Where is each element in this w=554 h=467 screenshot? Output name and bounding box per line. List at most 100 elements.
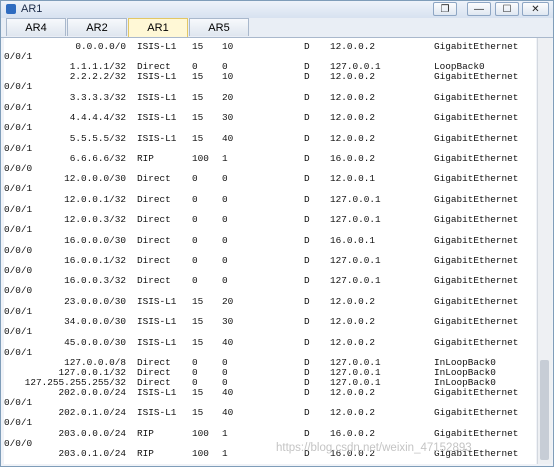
route-proto: ISIS-L1 <box>137 71 177 83</box>
route-nexthop: 12.0.0.2 <box>330 91 376 103</box>
route-proto: RIP <box>137 448 154 460</box>
route-dest: 5.5.5.5/32 <box>69 132 126 144</box>
route-pre: 15 <box>192 91 204 103</box>
route-iface: GigabitEthernet <box>434 193 519 205</box>
vertical-scrollbar[interactable] <box>537 38 552 464</box>
route-pre: 15 <box>192 316 204 328</box>
route-interface-continuation: 0/0/0 <box>4 244 33 256</box>
route-dest: 16.0.0.3/32 <box>64 275 126 287</box>
route-flags: D <box>304 112 310 124</box>
window-title: AR1 <box>21 3 43 15</box>
route-iface: GigabitEthernet <box>434 255 519 266</box>
route-cost: 20 <box>222 91 234 103</box>
route-proto: ISIS-L1 <box>137 112 177 124</box>
route-interface-continuation: 0/0/1 <box>4 224 33 236</box>
route-dest: 202.0.0.0/24 <box>58 387 126 398</box>
route-dest: 2.2.2.2/32 <box>69 71 126 83</box>
restore-layout-button[interactable]: ❐ <box>433 2 457 16</box>
route-flags: D <box>304 316 310 328</box>
route-iface: GigabitEthernet <box>434 112 519 124</box>
route-flags: D <box>304 255 310 266</box>
tab-ar4[interactable]: AR4 <box>6 18 66 36</box>
route-interface-continuation: 0/0/1 <box>4 203 33 215</box>
route-line: 0.0.0.0/0 ISIS-L1 15 10 D 12.0.0.2 GigabitEthe… <box>4 41 536 52</box>
route-flags: D <box>304 173 310 185</box>
route-cost: 1 <box>222 427 228 439</box>
route-pre: 0 <box>192 173 198 185</box>
route-iface: GigabitEthernet <box>434 407 519 419</box>
route-cost: 1 <box>222 448 228 460</box>
route-flags: D <box>304 153 310 164</box>
route-line: 4.4.4.4/32 ISIS-L1 15 30 D 12.0.0.2 GigabitEth… <box>4 112 536 123</box>
route-line: 12.0.0.3/32 Direct 0 0 D 127.0.0.1 GigabitEthe… <box>4 214 536 225</box>
route-proto: Direct <box>137 193 171 205</box>
route-flags: D <box>304 387 310 398</box>
route-nexthop: 127.0.0.1 <box>330 275 381 287</box>
route-nexthop: 12.0.0.2 <box>330 112 376 124</box>
route-cost: 10 <box>222 71 234 83</box>
route-iface: GigabitEthernet <box>434 387 519 398</box>
route-dest: 45.0.0.0/30 <box>64 336 126 348</box>
route-flags: D <box>304 91 310 103</box>
route-cost: 0 <box>222 275 228 287</box>
route-iface: GigabitEthernet <box>434 214 519 226</box>
route-pre: 15 <box>192 112 204 124</box>
route-iface: GigabitEthernet <box>434 71 519 83</box>
route-line: 34.0.0.0/30 ISIS-L1 15 30 D 12.0.0.2 GigabitEt… <box>4 316 536 327</box>
tab-ar2[interactable]: AR2 <box>67 18 127 36</box>
route-flags: D <box>304 214 310 226</box>
route-interface-continuation: 0/0/1 <box>4 81 33 93</box>
maximize-button[interactable]: ☐ <box>495 2 519 16</box>
route-flags: D <box>304 41 310 52</box>
route-nexthop: 12.0.0.2 <box>330 387 376 398</box>
route-dest: 0.0.0.0/0 <box>75 41 126 52</box>
route-dest: 203.0.1.0/24 <box>58 448 126 460</box>
route-flags: D <box>304 71 310 83</box>
route-cost: 1 <box>222 153 228 164</box>
route-nexthop: 16.0.0.2 <box>330 427 376 439</box>
route-line: 12.0.0.1/32 Direct 0 0 D 127.0.0.1 GigabitEthe… <box>4 194 536 205</box>
tab-ar1[interactable]: AR1 <box>128 18 188 37</box>
route-dest: 12.0.0.0/30 <box>64 173 126 185</box>
route-pre: 100 <box>192 427 209 439</box>
route-nexthop: 12.0.0.1 <box>330 173 376 185</box>
route-iface: GigabitEthernet <box>434 153 519 164</box>
close-button[interactable]: ✕ <box>522 2 549 16</box>
route-cost: 40 <box>222 407 234 419</box>
route-line: 3.3.3.3/32 ISIS-L1 15 20 D 12.0.0.2 GigabitEth… <box>4 92 536 103</box>
route-proto: ISIS-L1 <box>137 132 177 144</box>
route-flags: D <box>304 295 310 307</box>
route-pre: 15 <box>192 295 204 307</box>
route-dest: 12.0.0.3/32 <box>64 214 126 226</box>
route-nexthop: 12.0.0.2 <box>330 316 376 328</box>
route-nexthop: 12.0.0.2 <box>330 132 376 144</box>
route-proto: ISIS-L1 <box>137 407 177 419</box>
route-nexthop: 12.0.0.2 <box>330 295 376 307</box>
route-dest: 23.0.0.0/30 <box>64 295 126 307</box>
route-pre: 15 <box>192 41 204 52</box>
minimize-button[interactable]: — <box>467 2 491 16</box>
console-output[interactable]: 0.0.0.0/0 ISIS-L1 15 10 D 12.0.0.2 GigabitEthe… <box>4 38 536 464</box>
route-iface: GigabitEthernet <box>434 91 519 103</box>
scrollbar-thumb[interactable] <box>540 360 549 460</box>
route-line: 202.0.0.0/24 ISIS-L1 15 40 D 12.0.0.2 GigabitE… <box>4 387 536 398</box>
route-pre: 15 <box>192 132 204 144</box>
route-nexthop: 12.0.0.2 <box>330 407 376 419</box>
route-dest: 12.0.0.1/32 <box>64 193 126 205</box>
route-interface-continuation: 0/0/0 <box>4 285 33 297</box>
route-nexthop: 16.0.0.1 <box>330 234 376 246</box>
route-dest: 34.0.0.0/30 <box>64 316 126 328</box>
title-bar[interactable]: AR1 ❐ — ☐ ✕ <box>1 1 553 18</box>
route-interface-continuation: 0/0/1 <box>4 417 33 429</box>
route-cost: 30 <box>222 112 234 124</box>
route-iface: GigabitEthernet <box>434 173 519 185</box>
route-dest: 16.0.0.0/30 <box>64 234 126 246</box>
tab-ar5[interactable]: AR5 <box>189 18 249 36</box>
route-proto: ISIS-L1 <box>137 336 177 348</box>
route-iface: GigabitEthernet <box>434 336 519 348</box>
route-pre: 15 <box>192 407 204 419</box>
route-proto: Direct <box>137 234 171 246</box>
route-proto: RIP <box>137 153 154 164</box>
route-iface: GigabitEthernet <box>434 427 519 439</box>
route-pre: 100 <box>192 153 209 164</box>
